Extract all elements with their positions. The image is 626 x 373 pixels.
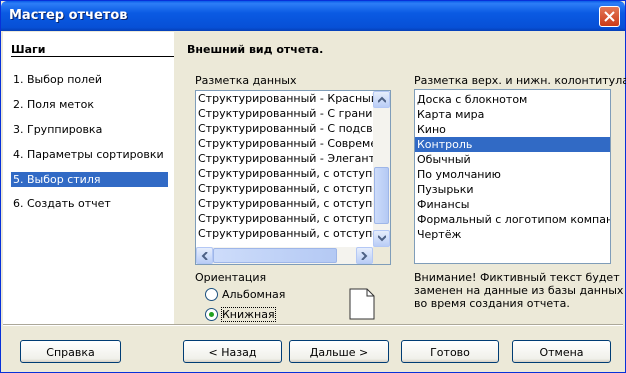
header-items: Доска с блокнотом Карта мира Кино Контроль О… (415, 92, 610, 242)
page-title: Внешний вид отчета. (187, 43, 324, 56)
header-footer-listbox[interactable]: Доска с блокнотом Карта мира Кино Контроль О… (414, 89, 611, 264)
chevron-right-icon (361, 252, 368, 260)
notice-line: заменен на данные из базы данных (414, 284, 624, 297)
step-select-fields[interactable]: 1. Выбор полей (11, 72, 168, 87)
notice-text: Внимание! Фиктивный текст будет заменен … (414, 271, 623, 310)
help-button[interactable]: Справка (20, 340, 121, 363)
header-footer-item[interactable]: По умолчанию (415, 167, 610, 182)
landscape-radio[interactable] (205, 288, 218, 301)
finish-button[interactable]: Готово (401, 340, 499, 363)
header-footer-item[interactable]: Кино (415, 122, 610, 137)
layout-item[interactable]: Структурированный, с отступом - С границ… (196, 181, 390, 196)
layout-items: Структурированный - Красный с серой рамк… (196, 91, 390, 241)
layout-vscrollbar[interactable] (373, 91, 390, 247)
header-footer-item[interactable]: Чертёж (415, 227, 610, 242)
step-choose-style[interactable]: 5. Выбор стиля (11, 172, 168, 187)
header-footer-item[interactable]: Финансы (415, 197, 610, 212)
portrait-radio[interactable] (205, 308, 218, 321)
header-footer-label: Разметка верх. и нижн. колонтитула (414, 74, 626, 87)
layout-item[interactable]: Структурированный - Элегантный (196, 151, 390, 166)
title-bar: Мастер отчетов (1, 1, 625, 31)
header-footer-item[interactable]: Карта мира (415, 107, 610, 122)
header-footer-item[interactable]: Формальный с логотипом компании (415, 212, 610, 227)
step-grouping[interactable]: 3. Группировка (11, 122, 168, 137)
header-footer-item[interactable]: Доска с блокнотом (415, 92, 610, 107)
header-footer-item[interactable]: Пузырьки (415, 182, 610, 197)
header-footer-item[interactable]: Контроль (415, 137, 610, 152)
layout-hscrollbar[interactable] (196, 247, 373, 264)
bottom-separator (3, 324, 623, 326)
steps-title: Шаги (11, 43, 46, 56)
step-create-report[interactable]: 6. Создать отчет (11, 196, 168, 211)
hscroll-thumb[interactable] (213, 248, 337, 263)
chevron-down-icon (378, 235, 386, 242)
notice-line: Внимание! Фиктивный текст будет (414, 271, 620, 284)
portrait-label[interactable]: Книжная (221, 307, 276, 322)
layout-item[interactable]: Структурированный - С границами (196, 106, 390, 121)
scroll-left-button[interactable] (196, 247, 213, 264)
radio-selected-dot (209, 312, 214, 317)
steps-panel: Шаги 1. Выбор полей 2. Поля меток 3. Гру… (3, 32, 174, 324)
layout-label: Разметка данных (195, 74, 297, 87)
scroll-corner (373, 247, 390, 264)
chevron-up-icon (378, 96, 386, 103)
scroll-up-button[interactable] (373, 91, 390, 108)
landscape-label[interactable]: Альбомная (222, 288, 285, 301)
close-icon (604, 11, 615, 22)
layout-item[interactable]: Структурированный, с отступом - С подсве… (196, 196, 390, 211)
chevron-left-icon (201, 252, 208, 260)
layout-item[interactable]: Структурированный, с отступом - Современ… (196, 211, 390, 226)
notice-line: во время создания отчета. (414, 297, 570, 310)
steps-divider (11, 56, 174, 57)
cancel-button[interactable]: Отмена (512, 340, 611, 363)
step-label-fields[interactable]: 2. Поля меток (11, 97, 168, 112)
header-footer-item[interactable]: Обычный (415, 152, 610, 167)
scroll-right-button[interactable] (356, 247, 373, 264)
back-button[interactable]: < Назад (183, 340, 282, 363)
layout-item[interactable]: Структурированный - Современный (196, 136, 390, 151)
page-icon (349, 288, 375, 320)
layout-item[interactable]: Структурированный - С подсветкой (196, 121, 390, 136)
orientation-label: Ориентация (195, 271, 267, 284)
window-title: Мастер отчетов (9, 8, 128, 23)
scroll-thumb[interactable] (374, 167, 389, 224)
close-button[interactable] (599, 6, 620, 27)
report-wizard-window: Мастер отчетов Шаги 1. Выбор полей 2. По… (0, 0, 626, 373)
layout-item[interactable]: Структурированный - Красный с серой рамк… (196, 91, 390, 106)
layout-item[interactable]: Структурированный, с отступом - Элегантн… (196, 226, 390, 241)
next-button[interactable]: Дальше > (289, 340, 389, 363)
layout-listbox[interactable]: Структурированный - Красный с серой рамк… (195, 90, 391, 265)
step-sort-options[interactable]: 4. Параметры сортировки (11, 147, 168, 162)
scroll-down-button[interactable] (373, 230, 390, 247)
layout-item[interactable]: Структурированный, с отступом - Красный (196, 166, 390, 181)
